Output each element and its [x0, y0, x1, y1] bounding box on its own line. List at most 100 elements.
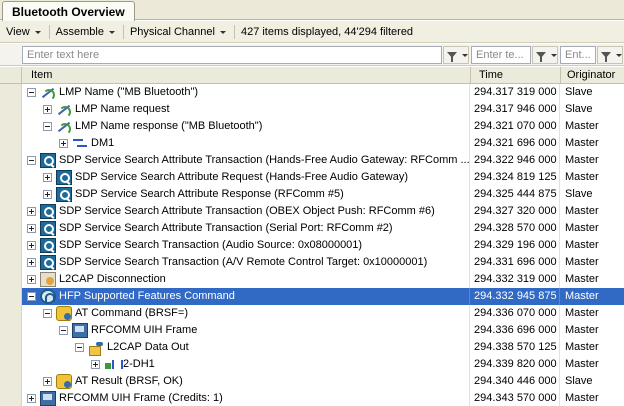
row-gutter: [0, 356, 22, 373]
tab-bluetooth-overview[interactable]: Bluetooth Overview: [2, 1, 135, 21]
table-row[interactable]: SDP Service Search Attribute Response (R…: [0, 186, 624, 203]
time-cell: 294.336 070 000: [471, 305, 560, 322]
table-row[interactable]: AT Command (BRSF=) 294.336 070 000 Master: [0, 305, 624, 322]
tab-strip: Bluetooth Overview: [0, 0, 624, 21]
table-row[interactable]: SDP Service Search Transaction (Audio So…: [0, 237, 624, 254]
item-filter-button[interactable]: [443, 46, 469, 64]
message-tree: LMP Name ("MB Bluetooth") 294.317 319 000…: [0, 84, 624, 406]
item-label: HFP Supported Features Command: [59, 290, 235, 302]
row-gutter: [0, 135, 22, 152]
column-header-originator[interactable]: Originator: [561, 67, 624, 84]
expand-icon[interactable]: [43, 377, 52, 386]
table-row[interactable]: SDP Service Search Attribute Request (Ha…: [0, 169, 624, 186]
table-row[interactable]: LMP Name ("MB Bluetooth") 294.317 319 000…: [0, 84, 624, 101]
originator-filter-input[interactable]: Ent...: [560, 46, 596, 64]
rfcomm-icon: [40, 391, 56, 406]
expand-icon[interactable]: [91, 360, 100, 369]
assemble-menu-label: Assemble: [55, 25, 104, 38]
item-label: AT Result (BRSF, OK): [75, 375, 183, 387]
assemble-menu[interactable]: Assemble: [54, 26, 119, 38]
time-filter-button[interactable]: [532, 46, 558, 64]
table-row[interactable]: L2CAP Disconnection 294.332 319 000 Master: [0, 271, 624, 288]
table-row[interactable]: L2CAP Data Out 294.338 570 125 Master: [0, 339, 624, 356]
time-cell: 294.332 319 000: [471, 271, 560, 288]
view-menu-label: View: [6, 25, 30, 38]
hfp-icon: [40, 289, 56, 304]
table-row[interactable]: HFP Supported Features Command 294.332 94…: [0, 288, 624, 305]
lmp-icon: [56, 119, 72, 135]
collapse-icon[interactable]: [27, 88, 36, 97]
originator-filter-button[interactable]: [597, 46, 623, 64]
expand-icon[interactable]: [27, 224, 36, 233]
time-cell: 294.332 945 875: [471, 288, 560, 305]
item-cell: DM1: [22, 135, 470, 152]
chevron-down-icon: [551, 54, 557, 57]
originator-cell: Master: [565, 324, 599, 336]
table-row[interactable]: RFCOMM UIH Frame (Credits: 1) 294.343 570…: [0, 390, 624, 406]
sdp-icon: [56, 187, 72, 202]
item-label: SDP Service Search Transaction (Audio So…: [59, 239, 363, 251]
collapse-icon[interactable]: [27, 292, 36, 301]
l2cap-icon: [40, 272, 56, 287]
item-filter-input[interactable]: Enter text here: [22, 46, 442, 64]
row-gutter: [0, 254, 22, 271]
item-label: L2CAP Data Out: [107, 341, 189, 353]
row-gutter: [0, 118, 22, 135]
lmp-icon: [40, 85, 56, 101]
table-row[interactable]: SDP Service Search Attribute Transaction…: [0, 220, 624, 237]
originator-cell: Slave: [565, 86, 593, 98]
item-cell: LMP Name response ("MB Bluetooth"): [22, 118, 470, 135]
originator-cell: Master: [565, 171, 599, 183]
collapse-icon[interactable]: [43, 122, 52, 131]
expand-icon[interactable]: [59, 139, 68, 148]
column-header-item[interactable]: Item: [22, 67, 471, 84]
view-menu[interactable]: View: [4, 26, 45, 38]
table-row[interactable]: SDP Service Search Attribute Transaction…: [0, 152, 624, 169]
sdp-icon: [40, 238, 56, 253]
row-gutter: [0, 169, 22, 186]
item-label: LMP Name request: [75, 103, 170, 115]
expand-icon[interactable]: [43, 105, 52, 114]
table-row[interactable]: AT Result (BRSF, OK) 294.340 446 000 Slave: [0, 373, 624, 390]
table-row[interactable]: DM1 294.321 696 000 Master: [0, 135, 624, 152]
rfcomm-icon: [72, 323, 88, 338]
originator-cell: Master: [565, 273, 599, 285]
expand-icon[interactable]: [27, 207, 36, 216]
expand-icon[interactable]: [43, 190, 52, 199]
toolbar: View Assemble Physical Channel 427 items…: [0, 21, 624, 43]
filter-icon: [536, 52, 546, 62]
at-command-icon: [56, 306, 72, 321]
table-row[interactable]: LMP Name request 294.317 946 000 Slave: [0, 101, 624, 118]
table-row[interactable]: SDP Service Search Attribute Transaction…: [0, 203, 624, 220]
expand-icon[interactable]: [27, 275, 36, 284]
table-row[interactable]: RFCOMM UIH Frame 294.336 696 000 Master: [0, 322, 624, 339]
item-cell: L2CAP Disconnection: [22, 271, 470, 288]
time-cell: 294.317 319 000: [471, 84, 560, 101]
items-status-text: 427 items displayed, 44'294 filtered: [240, 25, 414, 38]
collapse-icon[interactable]: [27, 156, 36, 165]
collapse-icon[interactable]: [75, 343, 84, 352]
table-row[interactable]: 2-DH1 294.339 820 000 Master: [0, 356, 624, 373]
collapse-icon[interactable]: [43, 309, 52, 318]
item-label: SDP Service Search Attribute Request (Ha…: [75, 171, 409, 183]
expand-icon[interactable]: [43, 173, 52, 182]
time-cell: 294.331 696 000: [471, 254, 560, 271]
time-filter-input[interactable]: Enter te...: [471, 46, 531, 64]
expand-icon[interactable]: [27, 258, 36, 267]
table-row[interactable]: LMP Name response ("MB Bluetooth") 294.32…: [0, 118, 624, 135]
row-gutter: [0, 339, 22, 356]
chevron-down-icon: [616, 54, 622, 57]
originator-cell: Master: [565, 137, 599, 149]
table-row[interactable]: SDP Service Search Transaction (A/V Remo…: [0, 254, 624, 271]
expand-icon[interactable]: [27, 394, 36, 403]
originator-cell: Slave: [565, 375, 593, 387]
physical-channel-menu[interactable]: Physical Channel: [128, 26, 230, 38]
originator-cell: Master: [565, 120, 599, 132]
collapse-icon[interactable]: [59, 326, 68, 335]
column-header-time[interactable]: Time: [471, 67, 561, 84]
expand-icon[interactable]: [27, 241, 36, 250]
item-label: LMP Name ("MB Bluetooth"): [59, 86, 199, 98]
item-cell: AT Command (BRSF=): [22, 305, 470, 322]
originator-cell: Master: [565, 341, 599, 353]
sdp-icon: [56, 170, 72, 185]
